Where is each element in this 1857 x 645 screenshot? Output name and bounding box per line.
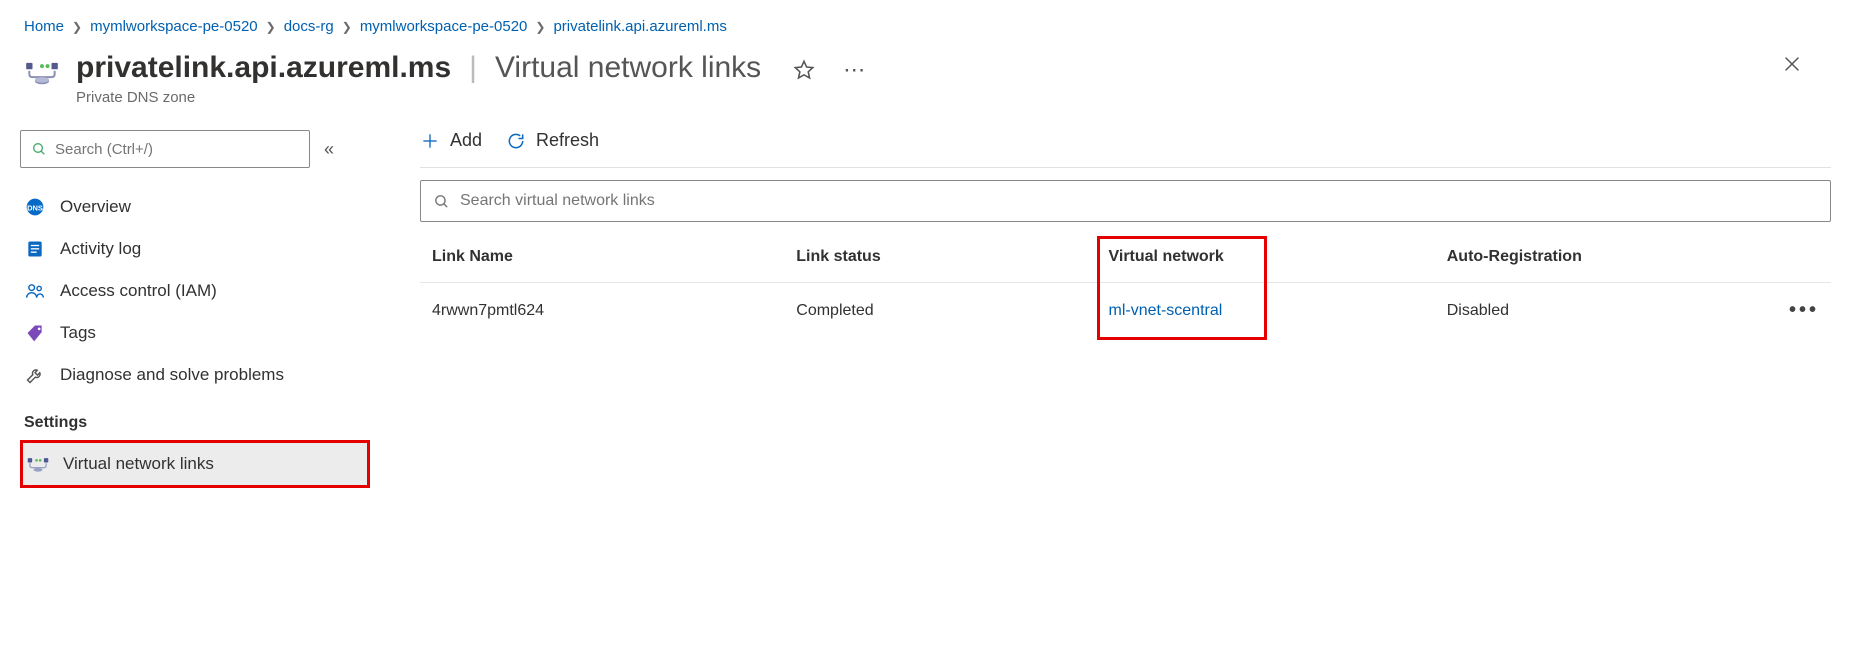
filter-search[interactable] (420, 180, 1831, 222)
more-actions-button[interactable]: ⋯ (839, 53, 871, 87)
refresh-button[interactable]: Refresh (506, 130, 599, 151)
sidebar-item-virtual-network-links[interactable]: Virtual network links (20, 440, 370, 488)
wrench-icon (24, 364, 46, 386)
col-auto-registration: Auto-Registration (1447, 248, 1759, 266)
chevron-right-icon: ❯ (535, 20, 545, 34)
resource-type-label: Private DNS zone (76, 89, 871, 106)
activity-log-icon (24, 238, 46, 260)
sidebar-item-label: Activity log (60, 239, 141, 259)
sidebar-search[interactable] (20, 130, 310, 168)
page-title: privatelink.api.azureml.ms (76, 51, 451, 85)
collapse-sidebar-button[interactable]: « (324, 139, 334, 160)
title-separator: | (469, 51, 477, 85)
add-button[interactable]: Add (420, 130, 482, 151)
col-virtual-network: Virtual network (1109, 248, 1224, 265)
people-icon (24, 280, 46, 302)
sidebar-item-label: Tags (60, 323, 96, 343)
row-more-button[interactable]: ••• (1759, 299, 1819, 322)
plus-icon (420, 131, 440, 151)
sidebar-item-label: Access control (IAM) (60, 281, 217, 301)
sidebar-item-tags[interactable]: Tags (20, 312, 370, 354)
sidebar-item-label: Diagnose and solve problems (60, 365, 284, 385)
breadcrumb-item-home[interactable]: Home (24, 18, 64, 35)
search-icon (433, 193, 450, 210)
sidebar: « DNS Overview Activity log Access contr… (20, 130, 370, 488)
filter-search-input[interactable] (460, 192, 1818, 210)
table-row: 4rwwn7pmtl624 Completed ml-vnet-scentral… (420, 283, 1831, 338)
sidebar-item-label: Virtual network links (63, 454, 214, 474)
vnet-links-table: Link Name Link status Virtual network Au… (420, 232, 1831, 338)
dns-zone-icon (22, 54, 62, 94)
toolbar: Add Refresh (420, 130, 1831, 167)
sidebar-search-input[interactable] (55, 141, 299, 158)
table-header: Link Name Link status Virtual network Au… (420, 232, 1831, 283)
breadcrumb-item-workspace[interactable]: mymlworkspace-pe-0520 (90, 18, 258, 35)
cell-auto-registration: Disabled (1447, 302, 1759, 320)
sidebar-item-diagnose[interactable]: Diagnose and solve problems (20, 354, 370, 396)
sidebar-section-settings: Settings (20, 396, 370, 440)
cell-link-status: Completed (796, 302, 1108, 320)
breadcrumb-item-rg[interactable]: docs-rg (284, 18, 334, 35)
col-link-status: Link status (796, 248, 1108, 266)
svg-text:DNS: DNS (27, 203, 43, 212)
sidebar-item-access-control[interactable]: Access control (IAM) (20, 270, 370, 312)
sidebar-item-label: Overview (60, 197, 131, 217)
chevron-right-icon: ❯ (342, 20, 352, 34)
chevron-right-icon: ❯ (266, 20, 276, 34)
col-link-name: Link Name (432, 248, 796, 266)
favorite-button[interactable] (789, 55, 819, 85)
cell-link-name: 4rwwn7pmtl624 (432, 302, 796, 320)
chevron-right-icon: ❯ (72, 20, 82, 34)
vnet-link-icon (27, 453, 49, 475)
sidebar-item-activity-log[interactable]: Activity log (20, 228, 370, 270)
sidebar-item-overview[interactable]: DNS Overview (20, 186, 370, 228)
cell-virtual-network-link[interactable]: ml-vnet-scentral (1109, 302, 1223, 319)
tag-icon (24, 322, 46, 344)
breadcrumb: Home ❯ mymlworkspace-pe-0520 ❯ docs-rg ❯… (20, 10, 1837, 49)
add-button-label: Add (450, 130, 482, 151)
breadcrumb-item-workspace2[interactable]: mymlworkspace-pe-0520 (360, 18, 528, 35)
main-content: Add Refresh Link Name Link status Virtua… (420, 130, 1837, 488)
page-section-title: Virtual network links (495, 51, 761, 85)
close-button[interactable] (1777, 49, 1807, 79)
refresh-button-label: Refresh (536, 130, 599, 151)
toolbar-divider (420, 167, 1831, 168)
search-icon (31, 141, 47, 157)
refresh-icon (506, 131, 526, 151)
overview-icon: DNS (24, 196, 46, 218)
breadcrumb-item-dnszone[interactable]: privatelink.api.azureml.ms (553, 18, 726, 35)
